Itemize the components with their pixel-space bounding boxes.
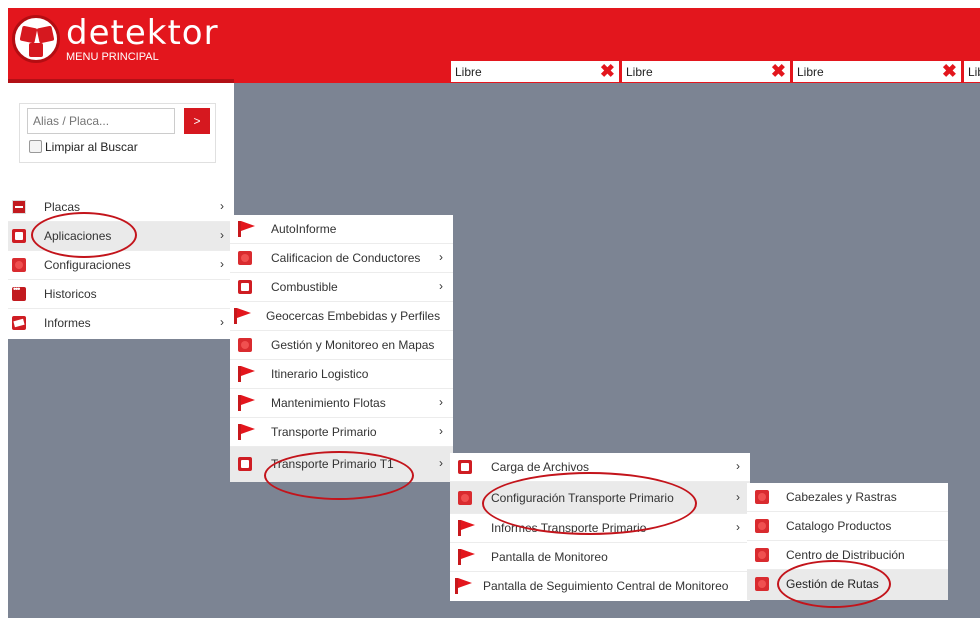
menu-item-cabezales[interactable]: Cabezales y Rastras [747, 483, 948, 512]
search-box: > Limpiar al Buscar [19, 103, 216, 163]
chevron-right-icon: › [220, 315, 224, 329]
highlight-circle [264, 451, 414, 500]
aplicaciones-submenu: AutoInforme Calificacion de Conductores … [230, 215, 453, 482]
search-input[interactable] [27, 108, 175, 134]
tab-strip: Libre ✖ Libre ✖ Libre ✖ Lib [451, 61, 980, 82]
history-icon [12, 284, 26, 301]
tab-label: Libre [797, 65, 824, 79]
flag-icon [238, 221, 255, 237]
highlight-circle [31, 212, 137, 258]
menu-item-itinerario[interactable]: Itinerario Logistico [230, 360, 453, 389]
flag-icon [234, 308, 251, 324]
flag-icon [238, 424, 255, 440]
flag-icon [458, 520, 475, 536]
box-icon [238, 457, 252, 471]
chevron-right-icon: › [439, 424, 443, 438]
flag-icon [238, 395, 255, 411]
clear-label: Limpiar al Buscar [45, 140, 138, 154]
menu-item-configuraciones[interactable]: Configuraciones › [8, 251, 234, 280]
menu-item-calificacion[interactable]: Calificacion de Conductores › [230, 244, 453, 273]
tab-label: Lib [968, 65, 980, 79]
chevron-right-icon: › [439, 250, 443, 264]
logo[interactable]: detektor MENU PRINCIPAL [8, 8, 234, 83]
left-panel: > Limpiar al Buscar Placas › Aplicacione… [8, 83, 234, 339]
flag-icon [458, 549, 475, 565]
flag-icon [455, 578, 472, 594]
menu-item-pantalla-monitoreo[interactable]: Pantalla de Monitoreo [450, 543, 750, 572]
menu-item-transporte-primario[interactable]: Transporte Primario › [230, 418, 453, 447]
menu-item-gestion-mapas[interactable]: Gestión y Monitoreo en Mapas [230, 331, 453, 360]
config-icon [238, 338, 252, 352]
close-icon[interactable]: ✖ [600, 61, 615, 82]
config-icon [755, 490, 769, 504]
highlight-circle [482, 472, 697, 535]
tab-3[interactable]: Libre ✖ [793, 61, 961, 82]
tab-4[interactable]: Lib [964, 61, 980, 82]
chevron-right-icon: › [220, 199, 224, 213]
box-icon [458, 460, 472, 474]
box-icon [12, 229, 26, 243]
chevron-right-icon: › [439, 395, 443, 409]
menu-item-historicos[interactable]: Historicos [8, 280, 234, 309]
highlight-circle [777, 560, 891, 608]
chevron-right-icon: › [220, 228, 224, 242]
box-icon [238, 280, 252, 294]
checkbox-icon[interactable] [29, 140, 42, 153]
config-icon [12, 258, 26, 272]
tab-2[interactable]: Libre ✖ [622, 61, 790, 82]
chevron-right-icon: › [220, 257, 224, 271]
chevron-right-icon: › [736, 520, 740, 534]
header-bar: detektor MENU PRINCIPAL Libre ✖ Libre ✖ … [8, 8, 980, 83]
plate-icon [12, 200, 26, 214]
config-icon [458, 491, 472, 505]
brand-name: detektor [66, 13, 219, 53]
menu-item-mantenimiento[interactable]: Mantenimiento Flotas › [230, 389, 453, 418]
tab-1[interactable]: Libre ✖ [451, 61, 619, 82]
detektor-logo-icon [12, 15, 60, 63]
close-icon[interactable]: ✖ [771, 61, 786, 82]
report-icon [12, 316, 26, 330]
menu-item-combustible[interactable]: Combustible › [230, 273, 453, 302]
chevron-right-icon: › [736, 459, 740, 473]
search-button[interactable]: > [184, 108, 210, 134]
menu-item-catalogo[interactable]: Catalogo Productos [747, 512, 948, 541]
tab-label: Libre [626, 65, 653, 79]
chevron-right-icon: › [439, 279, 443, 293]
app-frame: detektor MENU PRINCIPAL Libre ✖ Libre ✖ … [8, 8, 980, 618]
chevron-right-icon: › [439, 456, 443, 470]
config-icon [755, 577, 769, 591]
flag-icon [238, 366, 255, 382]
config-icon [755, 519, 769, 533]
clear-on-search[interactable]: Limpiar al Buscar [29, 140, 138, 154]
config-icon [238, 251, 252, 265]
menu-item-informes[interactable]: Informes › [8, 309, 234, 338]
chevron-right-icon: › [736, 490, 740, 504]
close-icon[interactable]: ✖ [942, 61, 957, 82]
menu-item-autoinforme[interactable]: AutoInforme [230, 215, 453, 244]
tab-label: Libre [455, 65, 482, 79]
config-icon [755, 548, 769, 562]
menu-title: MENU PRINCIPAL [66, 51, 159, 63]
menu-item-geocercas[interactable]: Geocercas Embebidas y Perfiles [230, 302, 453, 331]
menu-item-pantalla-seguimiento[interactable]: Pantalla de Seguimiento Central de Monit… [450, 572, 750, 601]
